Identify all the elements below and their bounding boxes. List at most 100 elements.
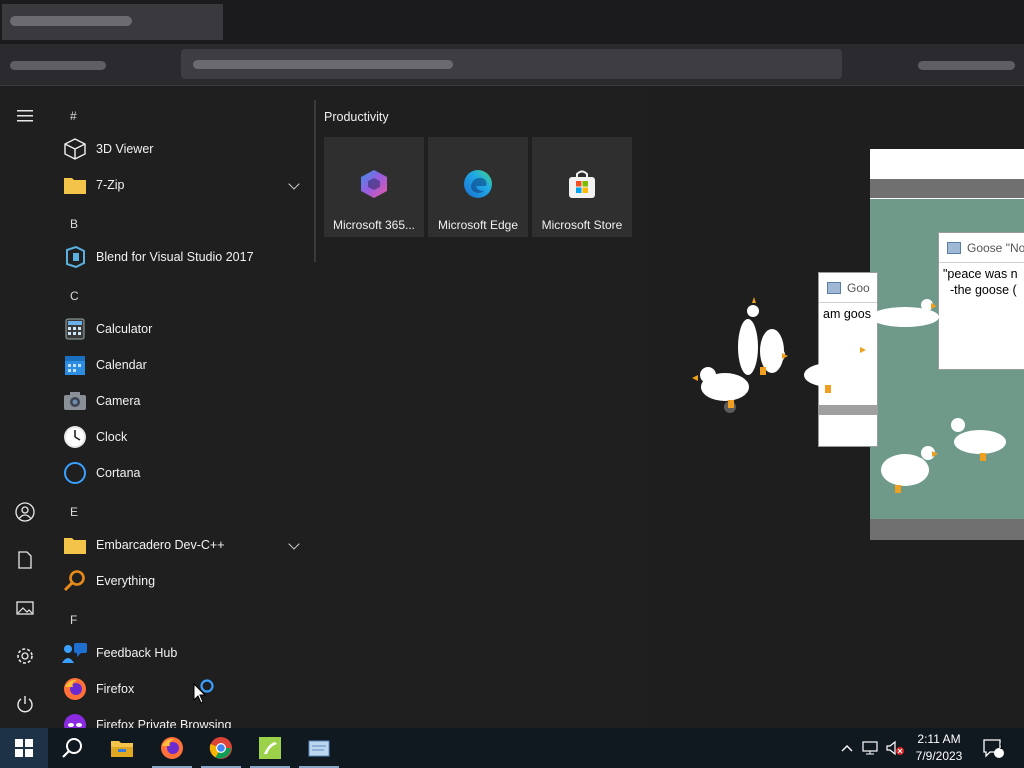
calendar-icon bbox=[62, 352, 88, 378]
cortana-icon bbox=[62, 460, 88, 486]
app-label: Firefox Private Browsing bbox=[96, 718, 232, 728]
folder-icon bbox=[62, 172, 88, 198]
search-button[interactable] bbox=[48, 728, 96, 768]
notepad-icon bbox=[308, 740, 330, 757]
firefox-icon bbox=[62, 676, 88, 702]
toolbar-blurred-right bbox=[918, 61, 1015, 70]
tile-label: Microsoft 365... bbox=[332, 218, 416, 232]
chevron-down-icon[interactable] bbox=[288, 538, 300, 550]
camera-icon bbox=[62, 388, 88, 414]
settings-gear-icon[interactable] bbox=[0, 636, 50, 676]
clock-icon bbox=[62, 424, 88, 450]
taskbar-notepad[interactable] bbox=[295, 728, 343, 768]
app-cortana[interactable]: Cortana bbox=[62, 456, 310, 490]
pictures-icon[interactable] bbox=[0, 588, 50, 628]
taskbar-firefox[interactable] bbox=[148, 728, 196, 768]
start-rail bbox=[0, 86, 50, 728]
app-label: Feedback Hub bbox=[96, 646, 178, 660]
goose bbox=[692, 297, 1006, 486]
address-bar[interactable] bbox=[181, 49, 842, 79]
tiles-group-title[interactable]: Productivity bbox=[324, 110, 389, 124]
start-button[interactable] bbox=[0, 728, 48, 768]
blend-icon bbox=[62, 244, 88, 270]
app-label: 7-Zip bbox=[96, 178, 125, 192]
app-calculator[interactable]: Calculator bbox=[62, 312, 310, 346]
app-label: Clock bbox=[96, 430, 128, 444]
documents-icon[interactable] bbox=[0, 540, 50, 580]
network-icon[interactable] bbox=[860, 728, 882, 768]
notepad-titlebar[interactable]: Goose "No bbox=[939, 233, 1024, 263]
app-3d-viewer[interactable]: 3D Viewer bbox=[62, 132, 310, 166]
clock-date: 7/9/2023 bbox=[915, 749, 963, 763]
notepad-title: Goo bbox=[847, 280, 870, 295]
calculator-icon bbox=[62, 316, 88, 342]
taskbar: 2:11 AM 7/9/2023 1 bbox=[0, 728, 1024, 768]
browser-toolbar bbox=[0, 44, 1024, 86]
group-header[interactable]: # bbox=[70, 109, 77, 123]
firefox-icon bbox=[161, 737, 183, 759]
group-header[interactable]: B bbox=[70, 217, 78, 231]
group-header[interactable]: E bbox=[70, 505, 78, 519]
taskbar-file-explorer[interactable] bbox=[98, 728, 146, 768]
tile-label: Microsoft Edge bbox=[437, 218, 519, 232]
notepad-icon bbox=[947, 241, 961, 254]
magnifier-icon bbox=[62, 568, 88, 594]
screen: Goo am goos Goose "No "peace was n -the … bbox=[0, 0, 1024, 768]
firefox-private-icon bbox=[62, 712, 88, 728]
tile-label: Microsoft Store bbox=[541, 218, 623, 232]
goose-app-icon bbox=[259, 737, 281, 759]
app-list[interactable]: # 3D Viewer 7-Zip B Blend for Visual Stu… bbox=[50, 86, 312, 728]
user-account-icon[interactable] bbox=[0, 492, 50, 532]
taskbar-clock[interactable]: 2:11 AM 7/9/2023 bbox=[908, 731, 970, 765]
app-label: Firefox bbox=[96, 682, 135, 696]
app-label: Everything bbox=[96, 574, 156, 588]
app-firefox[interactable]: Firefox bbox=[62, 672, 310, 706]
app-camera[interactable]: Camera bbox=[62, 384, 310, 418]
volume-muted-icon[interactable] bbox=[884, 728, 906, 768]
chevron-down-icon[interactable] bbox=[288, 178, 300, 190]
app-label: Cortana bbox=[96, 466, 141, 480]
store-icon bbox=[569, 170, 595, 198]
app-label: Calculator bbox=[96, 322, 153, 336]
app-label: 3D Viewer bbox=[96, 142, 154, 156]
taskbar-chrome[interactable] bbox=[197, 728, 245, 768]
taskbar-desktop-goose[interactable] bbox=[246, 728, 294, 768]
show-hidden-icons-chevron-up-icon[interactable] bbox=[838, 728, 856, 768]
app-embarcadero[interactable]: Embarcadero Dev-C++ bbox=[62, 528, 310, 562]
app-clock[interactable]: Clock bbox=[62, 420, 310, 454]
power-icon[interactable] bbox=[0, 684, 50, 724]
group-header[interactable]: C bbox=[70, 289, 79, 303]
app-label: Embarcadero Dev-C++ bbox=[96, 538, 225, 552]
microsoft-365-icon bbox=[361, 170, 387, 198]
tile-microsoft-edge[interactable]: Microsoft Edge bbox=[428, 137, 528, 237]
group-header[interactable]: F bbox=[70, 613, 77, 627]
geese-sprites[interactable] bbox=[690, 295, 1024, 515]
browser-tab[interactable] bbox=[2, 4, 223, 40]
tile-microsoft-365[interactable]: Microsoft 365... bbox=[324, 137, 424, 237]
clock-time: 2:11 AM bbox=[917, 732, 961, 746]
app-label: Calendar bbox=[96, 358, 147, 372]
app-firefox-private[interactable]: Firefox Private Browsing bbox=[62, 708, 310, 728]
app-blend[interactable]: Blend for Visual Studio 2017 bbox=[62, 240, 310, 274]
app-7-zip[interactable]: 7-Zip bbox=[62, 168, 310, 202]
notification-count-badge: 1 bbox=[999, 742, 1004, 751]
cube-icon bbox=[62, 136, 88, 162]
windows-logo-icon bbox=[15, 739, 33, 757]
folder-icon bbox=[62, 532, 88, 558]
scrollbar[interactable] bbox=[314, 100, 316, 262]
edge-icon bbox=[464, 170, 492, 198]
action-center-button[interactable]: 1 bbox=[978, 728, 1008, 768]
app-label: Blend for Visual Studio 2017 bbox=[96, 250, 254, 264]
notepad-title: Goose "No bbox=[967, 240, 1024, 255]
start-menu: # 3D Viewer 7-Zip B Blend for Visual Stu… bbox=[0, 86, 648, 728]
app-everything[interactable]: Everything bbox=[62, 564, 310, 598]
feedback-icon bbox=[62, 640, 88, 666]
mouse-cursor-busy-icon bbox=[193, 679, 214, 704]
tile-microsoft-store[interactable]: Microsoft Store bbox=[532, 137, 632, 237]
window-tab-strip bbox=[0, 0, 1024, 44]
app-label: Camera bbox=[96, 394, 141, 408]
hamburger-menu-icon[interactable] bbox=[0, 96, 50, 136]
file-explorer-icon bbox=[111, 741, 133, 757]
app-calendar[interactable]: Calendar bbox=[62, 348, 310, 382]
app-feedback-hub[interactable]: Feedback Hub bbox=[62, 636, 310, 670]
